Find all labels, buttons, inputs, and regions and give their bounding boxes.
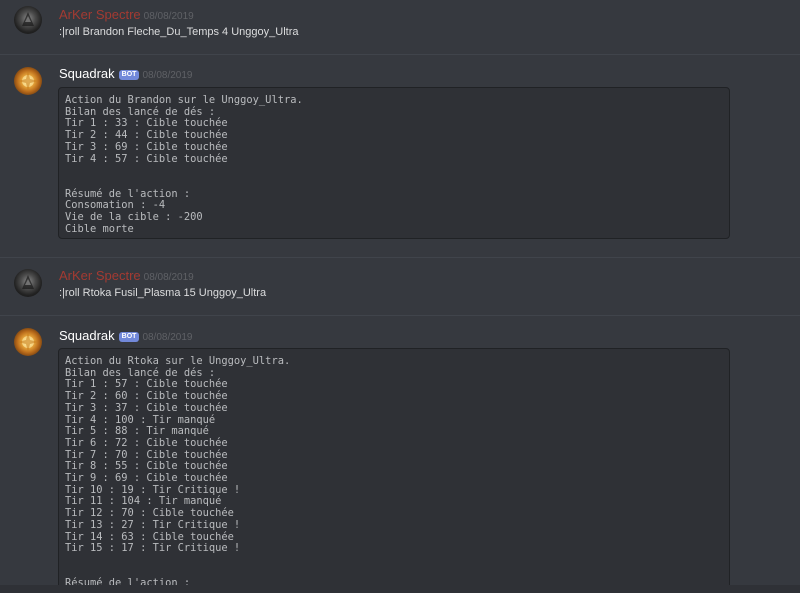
message-content: :|roll Brandon Fleche_Du_Temps 4 Unggoy_… xyxy=(59,26,299,38)
bottom-edge xyxy=(0,585,800,593)
message-divider xyxy=(0,315,800,316)
code-block: Action du Brandon sur le Unggoy_Ultra. B… xyxy=(58,87,730,239)
user-avatar-icon[interactable] xyxy=(14,6,42,34)
message-divider xyxy=(0,54,800,55)
author-name[interactable]: ArKer Spectre xyxy=(59,268,141,283)
message-timestamp: 08/08/2019 xyxy=(143,11,194,22)
code-text: Action du Rtoka sur le Unggoy_Ultra. Bil… xyxy=(65,355,291,585)
code-block: Action du Rtoka sur le Unggoy_Ultra. Bil… xyxy=(58,348,730,585)
message-divider xyxy=(0,257,800,258)
author-name[interactable]: Squadrak xyxy=(59,66,115,81)
bot-badge: BOT xyxy=(118,332,140,342)
message-timestamp: 08/08/2019 xyxy=(142,70,193,81)
author-name[interactable]: ArKer Spectre xyxy=(59,7,141,22)
message-header: ArKer Spectre 08/08/2019 xyxy=(59,268,194,284)
author-name[interactable]: Squadrak xyxy=(59,328,115,343)
user-avatar-icon[interactable] xyxy=(14,269,42,297)
message-header: Squadrak BOT 08/08/2019 xyxy=(59,328,193,344)
message-feed[interactable]: ArKer Spectre 08/08/2019 :|roll Brandon F… xyxy=(0,0,800,585)
bot-avatar-icon[interactable] xyxy=(14,67,42,95)
message-header: Squadrak BOT 08/08/2019 xyxy=(59,66,193,82)
message-timestamp: 08/08/2019 xyxy=(142,332,193,343)
code-text: Action du Brandon sur le Unggoy_Ultra. B… xyxy=(65,94,303,235)
message-content: :|roll Rtoka Fusil_Plasma 15 Unggoy_Ultr… xyxy=(59,287,267,299)
bot-avatar-icon[interactable] xyxy=(14,328,42,356)
message-timestamp: 08/08/2019 xyxy=(143,272,194,283)
bot-badge: BOT xyxy=(118,70,140,80)
message-header: ArKer Spectre 08/08/2019 xyxy=(59,7,194,23)
